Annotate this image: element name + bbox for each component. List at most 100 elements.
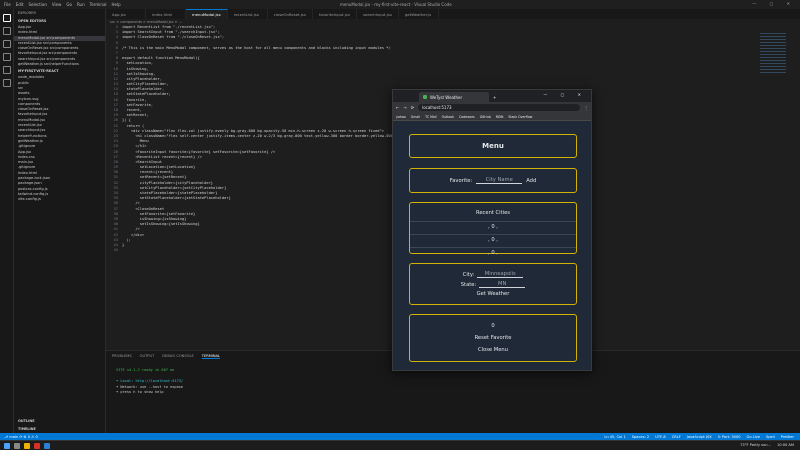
- status-item[interactable]: Go Live: [747, 435, 760, 439]
- state-input[interactable]: MN: [479, 281, 526, 288]
- reset-favorite-button[interactable]: Reset Favorite: [475, 335, 512, 341]
- bookmark-item[interactable]: Codewars: [459, 115, 475, 119]
- timeline-section[interactable]: TIMELINE: [14, 425, 105, 433]
- menu-item-selection[interactable]: Selection: [28, 2, 46, 7]
- add-favorite-button[interactable]: Add: [526, 178, 536, 184]
- menu-item-edit[interactable]: Edit: [16, 2, 24, 7]
- menu-dots-icon[interactable]: ⋮: [584, 105, 588, 110]
- run-debug-icon[interactable]: [3, 53, 11, 61]
- status-bar: ⎇ main ⟳ ⊗ 0 ⚠ 0 Ln 45, Col 1 Spaces: 2 UT…: [0, 433, 800, 440]
- status-right: Ln 45, Col 1 Spaces: 2 UTF-8 CRLF JavaScript…: [604, 435, 794, 439]
- browser-toolbar: ← → ⟳ localhost:5173 ⋮: [393, 102, 591, 113]
- new-tab-button[interactable]: +: [493, 95, 496, 100]
- file-tree-item[interactable]: vite.config.js: [14, 197, 105, 202]
- menu-item-help[interactable]: Help: [112, 2, 121, 7]
- bookmark-item[interactable]: Gmail: [411, 115, 420, 119]
- address-bar[interactable]: localhost:5173: [418, 104, 580, 111]
- bookmark-item[interactable]: TC Mail: [425, 115, 436, 119]
- editor-tab[interactable]: favoriteInput.jsx: [313, 9, 358, 19]
- explorer-icon[interactable]: [3, 14, 11, 22]
- forward-icon[interactable]: →: [403, 105, 406, 110]
- minimap[interactable]: [756, 25, 800, 350]
- windows-taskbar: 73°F Partly sun... 10:00 AM: [0, 440, 800, 450]
- favorite-city-input[interactable]: City Name: [476, 177, 523, 184]
- status-item[interactable]: CRLF: [672, 435, 681, 439]
- remote-explorer-icon[interactable]: [3, 79, 11, 87]
- bookmark-item[interactable]: GitHub: [480, 115, 491, 119]
- extensions-icon[interactable]: [3, 66, 11, 74]
- menu-item-file[interactable]: File: [4, 2, 11, 7]
- menu-item-run[interactable]: Run: [77, 2, 85, 7]
- file-explorer-icon[interactable]: [24, 443, 30, 449]
- menu-bar: File Edit Selection View Go Run Terminal Help: [4, 2, 126, 7]
- explorer-sidebar: EXPLORER OPEN EDITORS App.jsx index.html…: [14, 9, 106, 433]
- editor-tab[interactable]: getWeather.js: [399, 9, 439, 19]
- reload-icon[interactable]: ⟳: [411, 105, 414, 110]
- code-text: }: [122, 242, 125, 247]
- open-editors-title[interactable]: OPEN EDITORS: [14, 17, 105, 25]
- vscode-icon[interactable]: [44, 443, 50, 449]
- activity-bar: [0, 9, 14, 433]
- explorer-header: EXPLORER: [18, 11, 36, 15]
- close-menu-button[interactable]: Close Menu: [478, 347, 508, 353]
- menu-item-view[interactable]: View: [52, 2, 62, 7]
- code-text: import CloseOnReset from "./closeOnReset…: [122, 35, 225, 40]
- editor-tab[interactable]: closeOnReset.jsx: [268, 9, 314, 19]
- recent-city-item[interactable]: , 0 ,: [410, 247, 576, 258]
- clock[interactable]: 10:00 AM: [777, 443, 794, 447]
- bookmark-item[interactable]: Outlook: [442, 115, 454, 119]
- outline-section[interactable]: OUTLINE: [14, 417, 105, 425]
- editor-tabs: App.jsx index.html menuModal.jsx recentList…: [106, 9, 800, 19]
- status-left[interactable]: ⎇ main ⟳ ⊗ 0 ⚠ 0: [4, 435, 38, 439]
- recent-city-item[interactable]: , 0 ,: [410, 234, 576, 245]
- city-input[interactable]: Minneapolis: [477, 271, 524, 278]
- search-icon[interactable]: [3, 27, 11, 35]
- menu-item-terminal[interactable]: Terminal: [90, 2, 107, 7]
- weather-app-page: Menu Favorite: City Name Add Recent Citi…: [393, 122, 591, 370]
- back-icon[interactable]: ←: [396, 105, 399, 110]
- editor-tab[interactable]: index.html: [146, 9, 186, 19]
- bookmark-item[interactable]: Stack Overflow: [508, 115, 532, 119]
- status-item[interactable]: Prettier: [781, 435, 794, 439]
- editor-tab[interactable]: searchInput.jsx: [357, 9, 399, 19]
- browser-tab[interactable]: WeTyst Weather: [419, 92, 489, 102]
- status-item[interactable]: ⊙ Port: 3000: [718, 435, 741, 439]
- get-weather-button[interactable]: Get Weather: [477, 291, 510, 297]
- code-text: <h1 className="flex self-center justify-…: [122, 133, 398, 138]
- city-label: City:: [462, 271, 475, 278]
- favorite-input-card: Favorite: City Name Add: [409, 168, 577, 193]
- bookmark-item[interactable]: yahoo: [396, 115, 406, 119]
- panel-tab[interactable]: PROBLEMS: [112, 354, 132, 359]
- weather-widget[interactable]: 73°F Partly sun...: [740, 443, 771, 447]
- browser-window: WeTyst Weather + — ▢ ✕ ← → ⟳ localhost:5…: [392, 89, 592, 371]
- panel-tab[interactable]: OUTPUT: [140, 354, 155, 359]
- chrome-icon[interactable]: [34, 443, 40, 449]
- start-icon[interactable]: [4, 443, 10, 449]
- window-title: menuModal.jsx - my-first-vite-react - Vi…: [340, 2, 452, 7]
- status-item[interactable]: Ln 45, Col 1: [604, 435, 625, 439]
- recent-city-item[interactable]: , 0 ,: [410, 221, 576, 232]
- taskbar-search-icon[interactable]: [14, 443, 20, 449]
- panel-tab[interactable]: DEBUG CONSOLE: [162, 354, 193, 359]
- editor-tab[interactable]: menuModal.jsx: [186, 9, 228, 19]
- menu-item-go[interactable]: Go: [66, 2, 72, 7]
- panel-tab[interactable]: TERMINAL: [201, 354, 221, 359]
- status-item[interactable]: Spaces: 2: [632, 435, 649, 439]
- bookmarks-bar: yahoo Gmail TC Mail Outlook Codewars GitHub MD…: [393, 113, 591, 121]
- state-label: State:: [460, 281, 477, 288]
- menu-actions-card: 0 Reset Favorite Close Menu: [409, 314, 577, 362]
- bookmark-item[interactable]: MDN: [496, 115, 504, 119]
- project-title[interactable]: MY-FIRST-VITE-REACT: [14, 67, 105, 75]
- title-bar: File Edit Selection View Go Run Terminal Help m…: [0, 0, 800, 9]
- browser-window-controls[interactable]: — ▢ ✕: [543, 92, 587, 97]
- status-item[interactable]: UTF-8: [655, 435, 665, 439]
- source-control-icon[interactable]: [3, 40, 11, 48]
- status-item[interactable]: JavaScript JSX: [687, 435, 712, 439]
- window-controls[interactable]: — ▢ ✕: [752, 1, 796, 6]
- editor-tab[interactable]: App.jsx: [106, 9, 146, 19]
- code-text: /* This is the main MenuModal component,…: [122, 45, 391, 50]
- editor-tab[interactable]: recentList.jsx: [228, 9, 268, 19]
- favicon-icon: [423, 95, 427, 99]
- status-item[interactable]: Spell: [766, 435, 775, 439]
- browser-tab-title: WeTyst Weather: [430, 94, 463, 100]
